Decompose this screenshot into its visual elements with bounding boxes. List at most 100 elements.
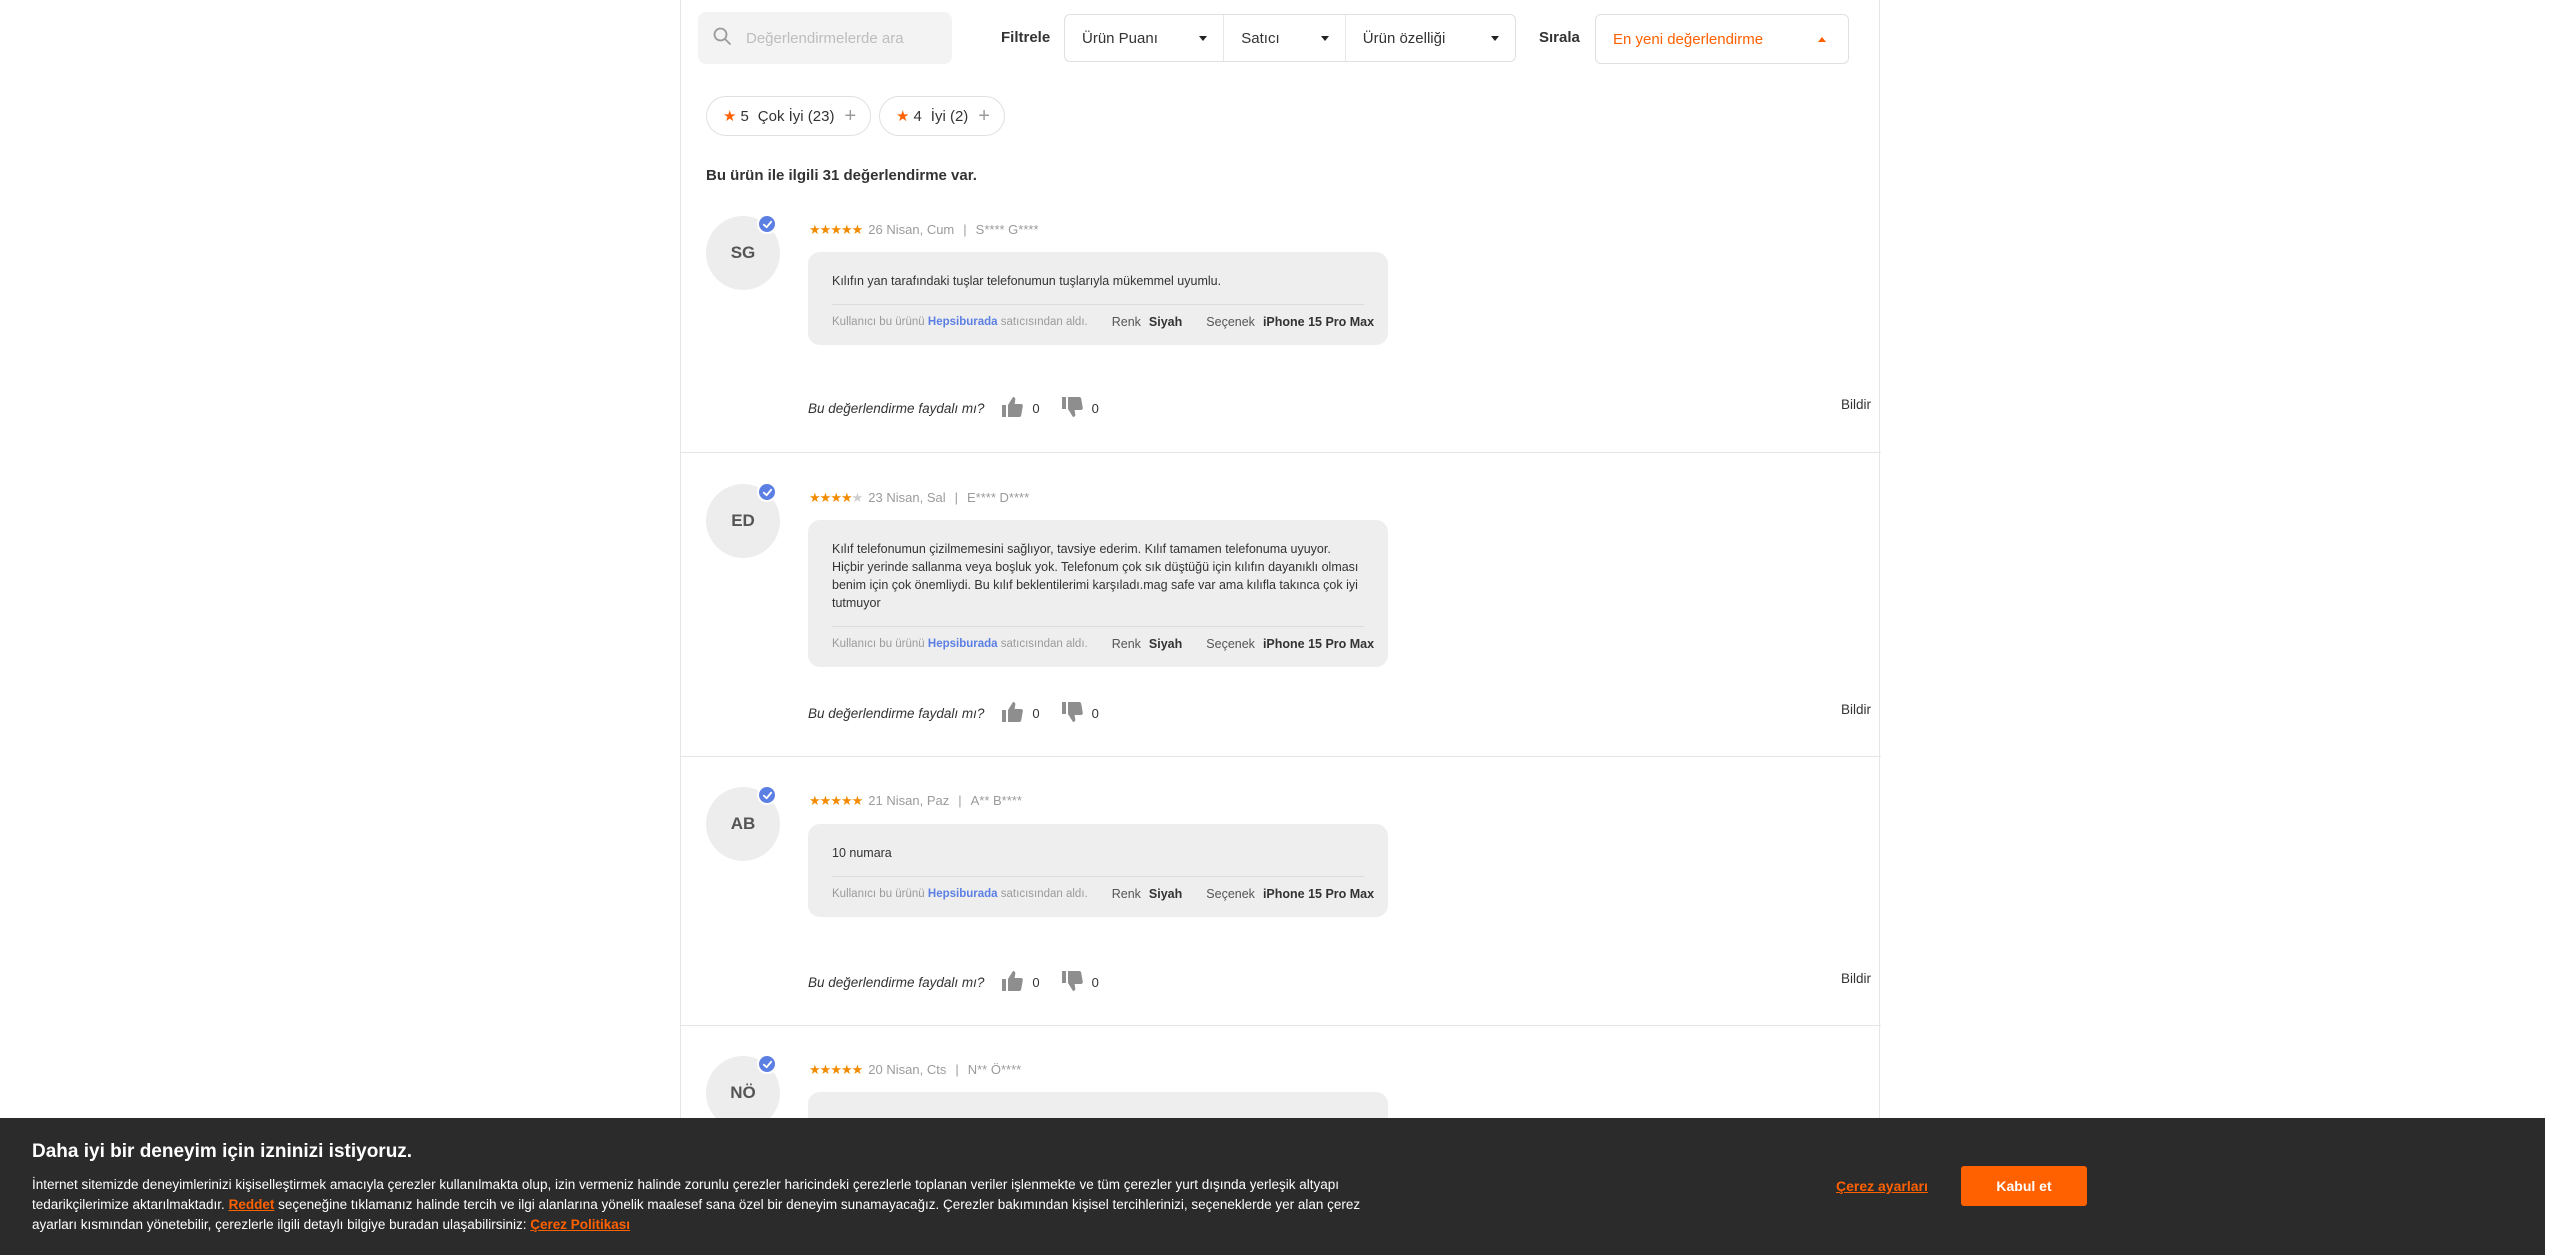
rating-chip-5[interactable]: ★ 5 Çok İyi (23) + <box>706 96 872 136</box>
report-link[interactable]: Bildir <box>1841 702 1871 717</box>
verified-badge-icon <box>757 214 777 234</box>
reject-link[interactable]: Reddet <box>229 1197 275 1212</box>
color-value: Siyah <box>1148 315 1183 329</box>
star-filled-icon: ★ <box>830 222 842 237</box>
star-filled-icon: ★ <box>830 793 842 808</box>
star-filled-icon: ★ <box>851 222 864 237</box>
color-key: Renk <box>1111 315 1141 329</box>
verified-badge-icon <box>757 1054 777 1074</box>
filter-product-rating[interactable]: Ürün Puanı <box>1065 15 1225 61</box>
review-bubble: Kılıf telefonumun çizilmemesini sağlıyor… <box>808 520 1388 667</box>
star-filled-icon: ★ <box>830 490 842 505</box>
accept-cookies-button[interactable]: Kabul et <box>1961 1166 2087 1206</box>
like-button[interactable]: 0 <box>1000 395 1040 422</box>
plus-icon: + <box>844 104 857 127</box>
thumbs-down-icon <box>1060 700 1084 727</box>
search-input[interactable] <box>746 29 936 47</box>
review-text: 10 numara <box>832 846 892 860</box>
verified-badge-icon <box>757 785 777 805</box>
star-filled-icon: ★ <box>819 222 832 237</box>
option-value: iPhone 15 Pro Max <box>1262 637 1375 651</box>
divider <box>832 626 1364 627</box>
search-icon <box>712 26 732 51</box>
star-filled-icon: ★ <box>809 490 821 505</box>
review-meta: ★ ★ ★ ★ ★ 23 Nisan, Sal | E**** D**** <box>809 490 1029 505</box>
star-filled-icon: ★ <box>809 1062 821 1077</box>
seller-link[interactable]: Hepsiburada <box>928 638 998 650</box>
option-key: Seçenek <box>1206 637 1255 651</box>
star-filled-icon: ★ <box>840 1062 853 1077</box>
thumbs-down-icon <box>1060 395 1084 422</box>
chip-label: Çok İyi (23) <box>757 107 835 125</box>
option-key: Seçenek <box>1206 315 1255 329</box>
review-meta: ★ ★ ★ ★ ★ 26 Nisan, Cum | S**** G**** <box>809 222 1039 237</box>
star-rating: ★ ★ ★ ★ ★ <box>809 793 864 808</box>
star-filled-icon: ★ <box>819 490 832 505</box>
dislike-count: 0 <box>1091 975 1099 990</box>
purchase-info: Kullanıcı bu ürünü Hepsiburada satıcısın… <box>832 637 1374 651</box>
filter-seller-label: Satıcı <box>1241 29 1280 47</box>
thumbs-up-icon <box>1000 700 1024 727</box>
chevron-down-icon <box>1199 35 1208 41</box>
star-filled-icon: ★ <box>840 490 853 505</box>
chip-label: İyi (2) <box>930 107 969 125</box>
chevron-down-icon <box>1320 35 1329 41</box>
review-user: S**** G**** <box>975 222 1039 237</box>
star-filled-icon: ★ <box>830 1062 842 1077</box>
review-meta: ★ ★ ★ ★ ★ 21 Nisan, Paz | A** B**** <box>809 793 1022 808</box>
seller-link[interactable]: Hepsiburada <box>928 888 998 900</box>
buyer-suffix: satıcısından aldı. <box>1000 638 1088 650</box>
option-key: Seçenek <box>1206 887 1255 901</box>
review-card: ED ★ ★ ★ ★ ★ 23 Nisan, Sal | E**** D**** Kıl… <box>681 453 1881 757</box>
cookie-policy-link[interactable]: Çerez Politikası <box>530 1217 630 1232</box>
sort-dropdown[interactable]: En yeni değerlendirme <box>1595 14 1849 64</box>
sort-value: En yeni değerlendirme <box>1613 30 1764 48</box>
star-filled-icon: ★ <box>819 1062 832 1077</box>
dislike-button[interactable]: 0 <box>1060 700 1099 727</box>
seller-link[interactable]: Hepsiburada <box>928 316 998 328</box>
helpful-row: Bu değerlendirme faydalı mı? 0 0 <box>808 395 1099 422</box>
star-filled-icon: ★ <box>809 222 821 237</box>
color-key: Renk <box>1111 637 1141 651</box>
report-link[interactable]: Bildir <box>1841 971 1871 986</box>
reviews-panel: Filtrele Ürün Puanı Satıcı Ürün özelliği… <box>680 0 1881 1255</box>
star-filled-icon: ★ <box>840 222 853 237</box>
thumbs-down-icon <box>1060 969 1084 996</box>
review-text: Kılıf telefonumun çizilmemesini sağlıyor… <box>832 542 1359 610</box>
filter-product-feature[interactable]: Ürün özelliği <box>1346 15 1515 61</box>
chevron-down-icon <box>1491 35 1499 41</box>
dislike-button[interactable]: 0 <box>1060 969 1099 996</box>
thumbs-up-icon <box>1000 395 1024 422</box>
buyer-suffix: satıcısından aldı. <box>1000 888 1088 900</box>
search-box[interactable] <box>698 12 952 64</box>
purchase-info: Kullanıcı bu ürünü Hepsiburada satıcısın… <box>832 887 1374 901</box>
star-filled-icon: ★ <box>851 793 864 808</box>
buyer-prefix: Kullanıcı bu ürünü <box>832 638 925 650</box>
meta-separator: | <box>963 222 967 237</box>
color-value: Siyah <box>1148 637 1183 651</box>
helpful-question: Bu değerlendirme faydalı mı? <box>808 706 985 721</box>
meta-separator: | <box>955 1062 959 1077</box>
filter-seller[interactable]: Satıcı <box>1224 15 1346 61</box>
buyer-prefix: Kullanıcı bu ürünü <box>832 888 925 900</box>
like-button[interactable]: 0 <box>1000 700 1040 727</box>
buyer-suffix: satıcısından aldı. <box>1000 316 1088 328</box>
review-date: 26 Nisan, Cum <box>868 222 955 237</box>
divider <box>832 876 1364 877</box>
purchase-info: Kullanıcı bu ürünü Hepsiburada satıcısın… <box>832 315 1374 329</box>
dislike-button[interactable]: 0 <box>1060 395 1099 422</box>
review-bubble: Kılıfın yan tarafındaki tuşlar telefonum… <box>808 252 1388 345</box>
page: Filtrele Ürün Puanı Satıcı Ürün özelliği… <box>0 0 2560 1255</box>
star-icon: ★ <box>896 108 910 125</box>
review-date: 20 Nisan, Cts <box>868 1062 947 1077</box>
report-link[interactable]: Bildir <box>1841 397 1871 412</box>
review-text: Kılıfın yan tarafındaki tuşlar telefonum… <box>832 274 1222 288</box>
like-count: 0 <box>1032 975 1040 990</box>
star-rating: ★ ★ ★ ★ ★ <box>809 490 863 505</box>
rating-chip-4[interactable]: ★ 4 İyi (2) + <box>879 96 1005 136</box>
dislike-count: 0 <box>1091 706 1099 721</box>
review-card: AB ★ ★ ★ ★ ★ 21 Nisan, Paz | A** B**** 10 nu… <box>681 757 1881 1026</box>
filter-group: Ürün Puanı Satıcı Ürün özelliği <box>1064 14 1516 62</box>
like-button[interactable]: 0 <box>1000 969 1040 996</box>
cookie-settings-link[interactable]: Çerez ayarları <box>1836 1178 1928 1194</box>
